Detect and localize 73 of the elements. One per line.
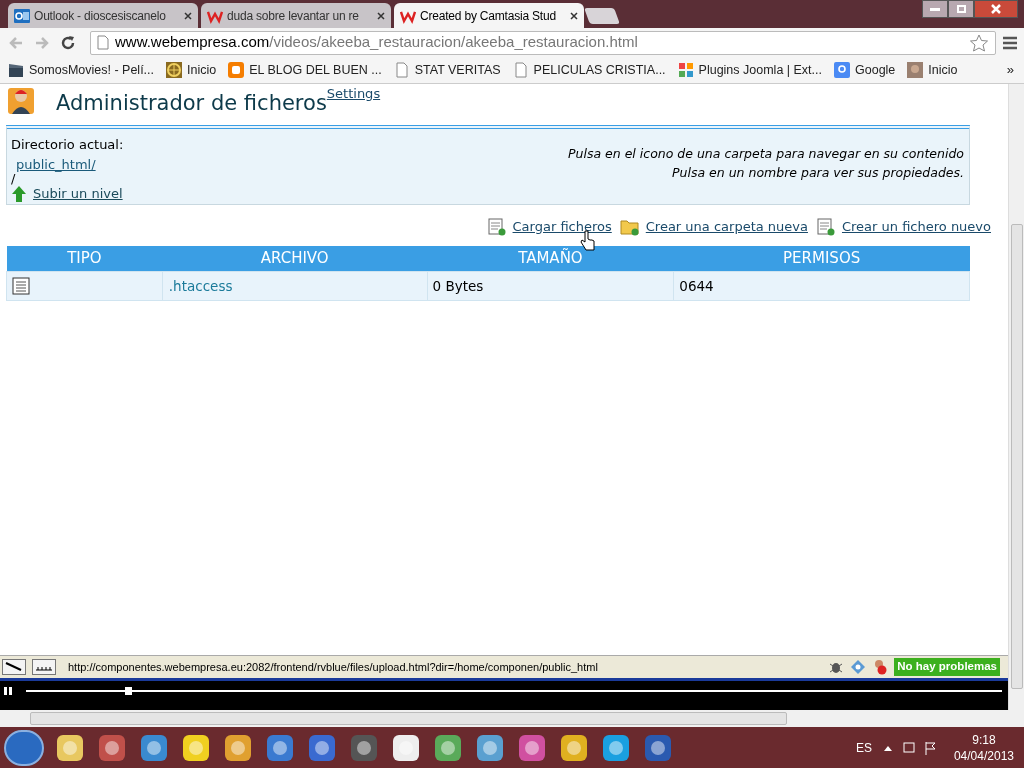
language-indicator[interactable]: ES — [855, 738, 872, 757]
close-tab-icon[interactable] — [377, 11, 385, 20]
table-cell: 0644 — [673, 271, 970, 301]
action-link[interactable]: Crear una carpeta nueva — [645, 217, 808, 237]
blog-icon — [228, 62, 245, 78]
folder-icon — [619, 217, 640, 236]
table-cell: 0 Bytes — [427, 271, 674, 301]
clapperboard-icon — [8, 62, 24, 78]
target-icon[interactable] — [850, 659, 867, 675]
google-plus-icon — [834, 62, 850, 78]
browser-tab[interactable]: Created by Camtasia Stud — [394, 3, 584, 28]
address-bar[interactable]: www.webempresa.com/videos/akeeba_restauracion/akeeba_restauracion.html — [90, 30, 996, 55]
status-badge: No hay problemas — [894, 658, 1000, 676]
action-link[interactable]: Cargar ficheros — [512, 217, 612, 237]
close-tab-icon[interactable] — [570, 11, 578, 20]
settings-link[interactable]: Settings — [326, 84, 381, 104]
scroll-thumb[interactable] — [1010, 224, 1023, 689]
hand-cursor-icon — [580, 230, 596, 252]
close-tab-icon[interactable] — [184, 11, 192, 20]
bookmark-item[interactable]: Inicio — [907, 60, 958, 80]
column-header: ARCHIVO — [162, 245, 428, 272]
column-header: PERMISOS — [673, 245, 970, 272]
wheel-icon — [166, 62, 183, 78]
minimize-button[interactable] — [922, 0, 948, 18]
hint-text: Pulsa en un nombre para ver sus propiedades. — [672, 163, 964, 182]
restore-button[interactable] — [948, 0, 974, 18]
horizontal-scrollbar[interactable] — [0, 710, 1024, 727]
page-icon — [393, 62, 410, 78]
column-header: TIPO — [6, 245, 163, 272]
new-tab-button[interactable] — [584, 8, 620, 24]
menu-icon[interactable] — [1002, 35, 1018, 50]
star-icon[interactable] — [969, 33, 989, 52]
hint-text: Pulsa en el icono de una carpeta para navegar en su contenido — [568, 145, 964, 163]
action-link[interactable]: Crear un fichero nuevo — [841, 217, 991, 237]
bookmark-item[interactable]: PELICULAS CRISTIA... — [512, 60, 666, 80]
directory-link[interactable]: public_html/ — [16, 154, 124, 174]
page-icon — [97, 35, 109, 50]
pen-tool-icon[interactable] — [2, 659, 26, 675]
new-file-icon — [815, 217, 836, 236]
browser-tab[interactable]: duda sobre levantar un re — [201, 3, 391, 28]
ruler-icon[interactable] — [32, 659, 56, 675]
pause-icon[interactable] — [4, 687, 12, 695]
clock[interactable]: 9:18 04/04/2013 — [947, 731, 1020, 764]
directory-label: Directorio actual: — [11, 136, 124, 154]
bookmarks-overflow-button[interactable]: » — [1006, 60, 1014, 80]
root-path-text: / — [11, 174, 17, 184]
page-icon — [512, 62, 529, 78]
close-icon[interactable] — [990, 4, 1002, 14]
tray-icons-drawing[interactable] — [881, 739, 938, 756]
browser-tab[interactable]: Outlook - dioscesiscanelo — [8, 3, 198, 28]
seek-thumb[interactable] — [125, 687, 133, 695]
up-level-link[interactable]: Subir un nivel — [33, 184, 123, 204]
url-text: www.webempresa.com/videos/akeeba_restauracion/akeeba_restauracion.html — [115, 32, 639, 53]
close-window-button[interactable] — [974, 0, 1018, 18]
file-name-link[interactable]: .htaccess — [168, 277, 233, 294]
document-icon — [12, 277, 30, 295]
bookmark-item[interactable]: Google — [834, 60, 896, 80]
mail-app-icon — [14, 7, 30, 24]
scroll-thumb[interactable] — [30, 712, 787, 725]
status-url: http://componentes.webempresa.eu:2082/frontend/rvblue/files/upload.html?dir=/home/componen/public_html — [68, 659, 599, 675]
vertical-scrollbar[interactable] — [1008, 84, 1024, 710]
up-arrow-icon[interactable] — [11, 184, 27, 203]
page-title: Administrador de ficheros — [56, 91, 327, 117]
column-header: TAMAÑO — [427, 245, 674, 272]
bookmark-item[interactable]: STAT VERITAS — [393, 60, 501, 80]
file-upload-icon — [486, 217, 507, 236]
start-button[interactable] — [4, 729, 44, 766]
bookmark-item[interactable]: SomosMovies! - Pelí... — [8, 60, 155, 80]
portrait-icon — [907, 62, 924, 78]
bookmark-item[interactable]: Plugins Joomla | Ext... — [677, 60, 822, 80]
joomla-icon — [677, 62, 694, 78]
bookmark-item[interactable]: EL BLOG DEL BUEN ... — [228, 60, 382, 80]
bookmark-item[interactable]: Inicio — [166, 60, 217, 80]
